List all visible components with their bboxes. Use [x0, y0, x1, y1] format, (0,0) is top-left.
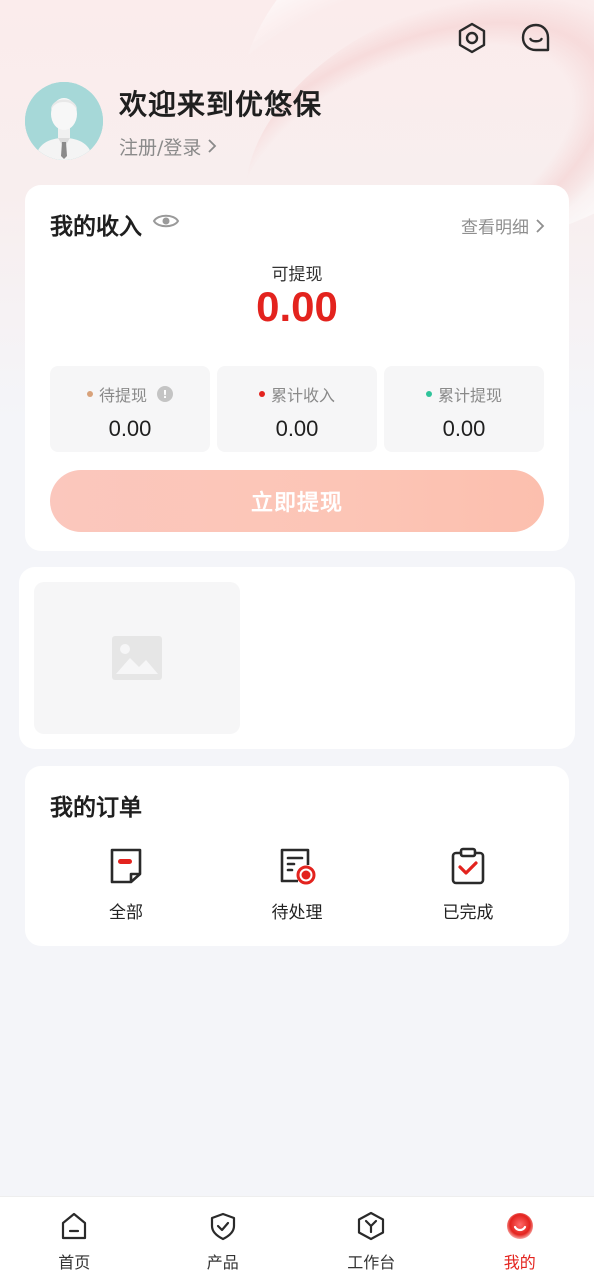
tab-products[interactable]: 产品	[149, 1197, 298, 1280]
image-placeholder-icon	[112, 636, 162, 680]
orders-card: 我的订单 全部 待处理 已完成	[25, 766, 569, 946]
stat-pending-withdrawal: 待提现 ! 0.00	[50, 366, 210, 452]
tab-label: 产品	[206, 1253, 239, 1272]
info-icon[interactable]: !	[157, 386, 173, 402]
customer-service-icon[interactable]	[518, 20, 554, 56]
avatar[interactable]	[25, 82, 103, 160]
tab-label: 我的	[503, 1253, 536, 1272]
order-label: 已完成	[442, 903, 494, 923]
withdraw-now-button[interactable]: 立即提现	[50, 470, 544, 532]
top-actions	[454, 20, 554, 56]
clipboard-check-icon	[448, 846, 488, 886]
banner-card	[19, 567, 575, 749]
tab-label: 工作台	[347, 1253, 396, 1272]
status-dot	[425, 391, 432, 397]
stat-total-withdrawn: 累计提现 0.00	[384, 366, 544, 452]
tab-mine[interactable]: 我的	[446, 1197, 594, 1280]
tab-home[interactable]: 首页	[0, 1197, 149, 1280]
home-icon	[57, 1209, 91, 1243]
stat-label: 累计提现	[437, 386, 502, 405]
bottom-tab-bar: 首页 产品 工作台 我的	[0, 1196, 594, 1280]
document-icon	[106, 846, 146, 886]
stat-value: 0.00	[108, 416, 152, 441]
status-dot	[86, 391, 93, 397]
order-label: 全部	[109, 903, 143, 923]
withdrawable-amount: 0.00	[256, 283, 338, 330]
income-card: 我的收入 查看明细 可提现 0.00 待提现 ! 0.00 累计收入 0.00 …	[25, 185, 569, 551]
shield-check-icon	[206, 1209, 240, 1243]
chevron-right-icon	[536, 218, 545, 233]
order-pending[interactable]: 待处理	[237, 846, 357, 923]
income-title: 我的收入	[50, 214, 142, 240]
view-details-label: 查看明细	[461, 218, 529, 238]
stat-value: 0.00	[442, 416, 486, 441]
order-all[interactable]: 全部	[66, 846, 186, 923]
order-completed[interactable]: 已完成	[408, 846, 528, 923]
orders-title: 我的订单	[50, 795, 142, 821]
income-title-row: 我的收入	[50, 207, 180, 241]
stat-total-income: 累计收入 0.00	[217, 366, 377, 452]
chevron-right-icon	[208, 139, 217, 153]
welcome-title: 欢迎来到优悠保	[119, 87, 323, 121]
login-link-label: 注册/登录	[119, 136, 202, 159]
login-link[interactable]: 注册/登录	[119, 133, 322, 160]
income-stats: 待提现 ! 0.00 累计收入 0.00 累计提现 0.00	[50, 366, 544, 452]
settings-icon[interactable]	[454, 20, 490, 56]
pending-list-icon	[277, 846, 317, 886]
eye-icon[interactable]	[152, 211, 180, 237]
stat-label: 待提现	[98, 386, 147, 405]
order-label: 待处理	[271, 903, 323, 923]
withdrawable-label: 可提现	[271, 265, 323, 285]
tab-workbench[interactable]: 工作台	[297, 1197, 446, 1280]
tab-label: 首页	[58, 1253, 91, 1272]
profile-icon	[503, 1209, 537, 1243]
status-dot	[258, 391, 265, 397]
profile-header: 欢迎来到优悠保 注册/登录	[25, 82, 322, 160]
view-details-link[interactable]: 查看明细	[461, 213, 545, 238]
stat-label: 累计收入	[270, 386, 335, 405]
banner-image-placeholder[interactable]	[34, 582, 240, 734]
workbench-icon	[354, 1209, 388, 1243]
stat-value: 0.00	[275, 416, 319, 441]
